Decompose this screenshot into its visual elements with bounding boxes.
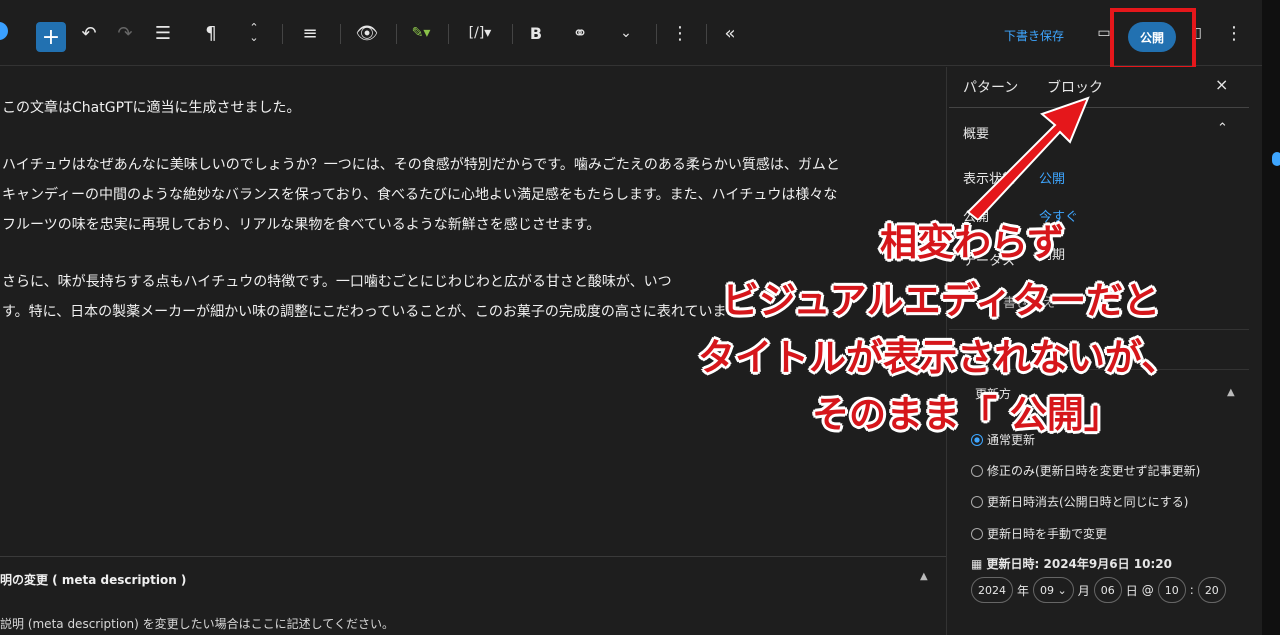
paragraph-block[interactable]: キャンディーの中間のような絶妙なバランスを保っており、食べるたびに心地よい満足感… (2, 180, 837, 210)
shortcode-icon[interactable]: [/]▾ (462, 0, 498, 66)
annotation-arrow-icon (966, 96, 1090, 220)
paragraph-block[interactable]: す。特に、日本の製薬メーカーが細かい味の調整にこだわっていることが、このお菓子の… (2, 297, 753, 327)
update-date-picker: 2024 年 09 ⌄ 月 06 日 @ 10 : 20 (971, 577, 1226, 603)
updated-at-text: ▦ 更新日時: 2024年9月6日 10:20 (971, 557, 1172, 571)
year-input[interactable]: 2024 (971, 577, 1013, 603)
minute-input[interactable]: 20 (1197, 577, 1226, 603)
paragraph-block[interactable]: ハイチュウはなぜあんなに美味しいのでしょうか？一つには、その食感が特別だからです… (2, 150, 840, 180)
publish-highlight-frame (1110, 8, 1196, 70)
radio-manual-update-date[interactable]: 更新日時を手動で変更 (971, 525, 1107, 542)
chevron-down-icon[interactable]: ⌄ (616, 0, 636, 66)
hour-input[interactable]: 10 (1157, 577, 1186, 603)
align-icon[interactable]: ≡ (298, 0, 322, 66)
undo-icon[interactable]: ↶ (78, 0, 100, 66)
status-dot-icon (1272, 152, 1280, 166)
close-icon[interactable]: × (1215, 75, 1228, 94)
calendar-icon: ▦ (971, 557, 983, 571)
month-select[interactable]: 09 ⌄ (1033, 577, 1074, 603)
editor-toolbar: + ↶ ↷ ☰ ¶ ⌃ ⌄ ≡ 👁 ✎▾ [/]▾ B ⚭ ⌄ ⋮ « 下書き保存… (0, 0, 1262, 66)
bold-icon[interactable]: B (526, 0, 546, 66)
annotation-line: 相変わらず (880, 221, 1065, 264)
options-icon[interactable]: ⋮ (1225, 0, 1243, 66)
meta-description-box: 明の変更 ( meta description ) ▲ 説明 (meta des… (0, 556, 946, 635)
site-logo-icon[interactable] (0, 22, 8, 40)
annotation-line: ビジュアルエディターだと (722, 279, 1161, 322)
link-icon[interactable]: ⚭ (568, 0, 592, 66)
radio-clear-update-date[interactable]: 更新日時消去(公開日時と同じにする) (971, 493, 1189, 510)
day-input[interactable]: 06 (1093, 577, 1122, 603)
paragraph-block[interactable]: フルーツの味を忠実に再現しており、リアルな果物を食べているような新鮮さを感じさせ… (2, 210, 600, 240)
paragraph-block[interactable]: この文章はChatGPTに適当に生成させました。 (2, 93, 301, 123)
paragraph-block[interactable]: さらに、味が長持ちする点もハイチュウの特徴です。一口噛むごとにじわじわと広がる甘… (2, 267, 672, 297)
more-icon[interactable]: ⋮ (670, 0, 690, 66)
meta-box-title[interactable]: 明の変更 ( meta description ) (0, 571, 186, 588)
annotation-line: そのまま「 公開」 (812, 393, 1121, 436)
preview-icon[interactable]: 👁 (354, 0, 380, 66)
meta-box-description: 説明 (meta description) を変更したい場合はここに記述してくだ… (0, 617, 394, 631)
highlight-icon[interactable]: ✎▾ (406, 0, 436, 66)
radio-fix-only[interactable]: 修正のみ(更新日時を変更せず記事更新) (971, 462, 1200, 479)
list-view-icon[interactable]: ☰ (152, 0, 174, 66)
move-icon[interactable]: ⌃ ⌄ (244, 0, 264, 66)
paragraph-icon[interactable]: ¶ (200, 0, 222, 66)
chevron-up-icon[interactable]: ⌃ (1217, 121, 1228, 136)
collapse-arrow-icon[interactable]: ▲ (1227, 387, 1235, 398)
add-block-button[interactable]: + (36, 22, 66, 52)
save-draft-button[interactable]: 下書き保存 (1004, 27, 1064, 44)
right-edge-panel (1262, 0, 1280, 635)
annotation-line: タイトルが表示されないが、 (698, 336, 1179, 379)
collapse-arrow-icon[interactable]: ▲ (920, 571, 928, 582)
collapse-icon[interactable]: « (718, 0, 742, 66)
redo-icon[interactable]: ↷ (114, 0, 136, 66)
